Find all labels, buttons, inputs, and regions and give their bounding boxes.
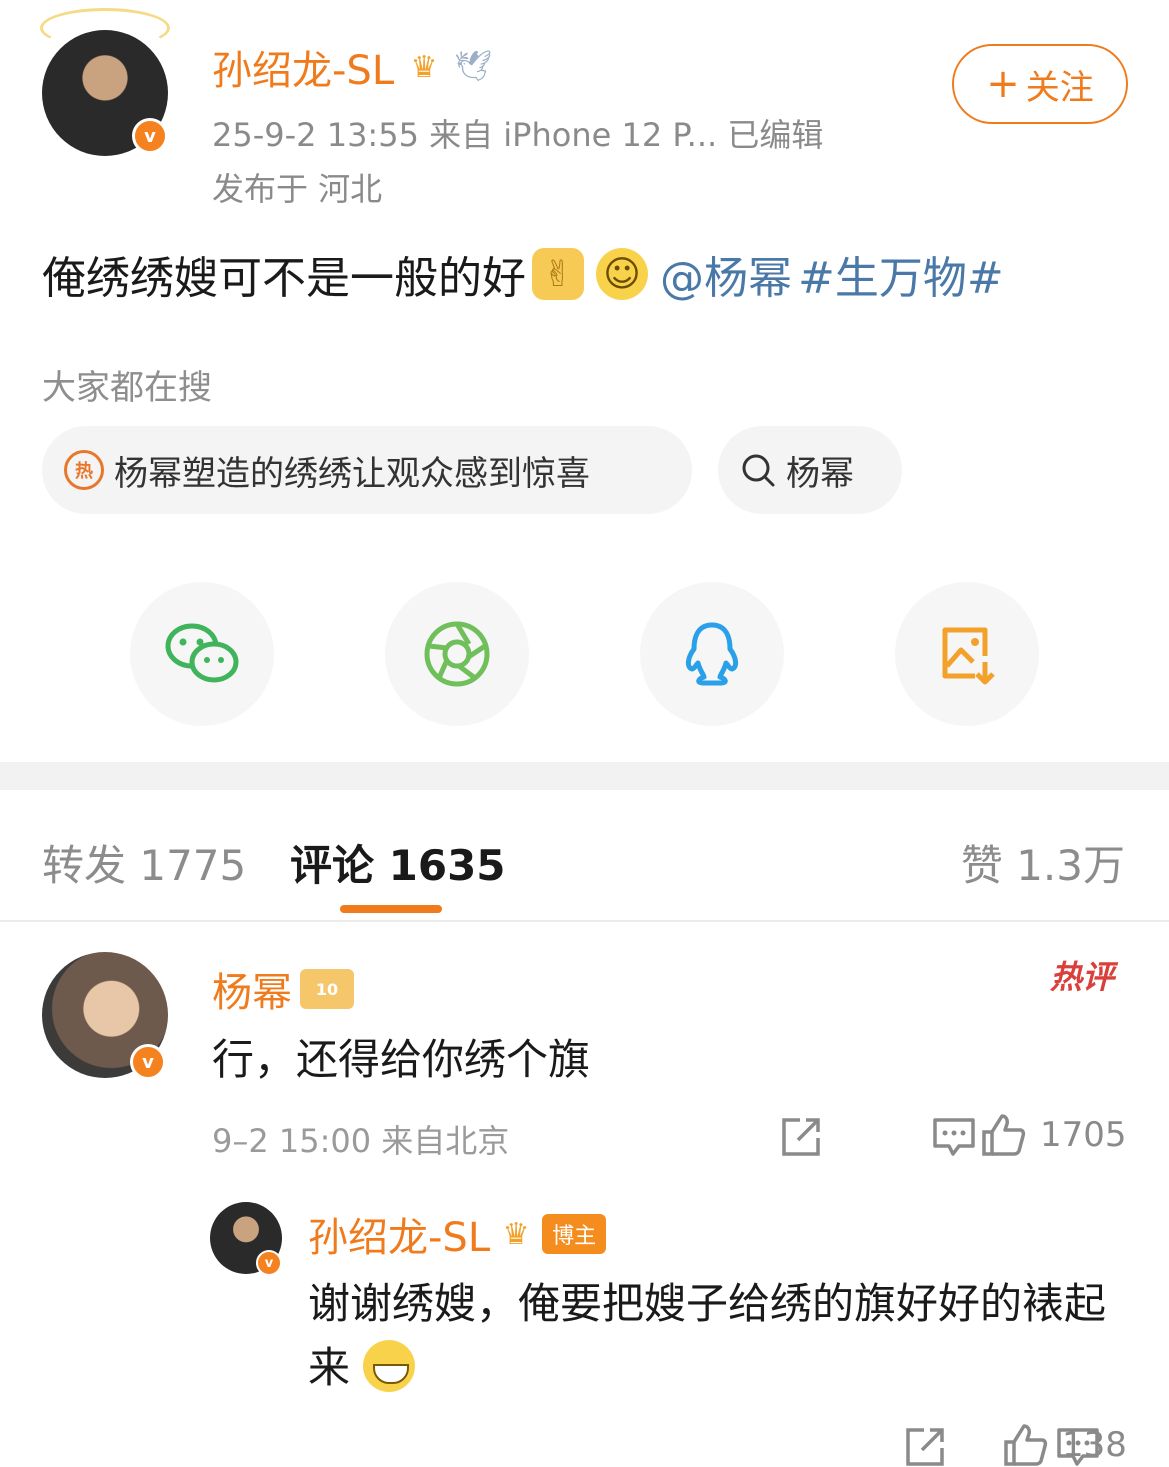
like-count: 1705: [1040, 1115, 1127, 1155]
thumbs-up-icon: [1004, 1424, 1048, 1466]
comment-meta: 9–2 15:00 来自北京: [212, 1122, 510, 1160]
crown-icon: ♛: [410, 49, 438, 85]
comment-text: 行，还得给你绣个旗: [212, 1035, 591, 1084]
mention-link[interactable]: @杨幂: [660, 242, 792, 306]
share-icon[interactable]: [778, 1114, 824, 1160]
crown-icon: ♛: [502, 1216, 530, 1252]
grinning-emoji-icon: [363, 1340, 416, 1392]
trending-search-chip[interactable]: 杨幂: [718, 426, 902, 514]
post-text: 俺绣绣嫂可不是一般的好: [42, 253, 526, 304]
search-icon: [742, 454, 775, 487]
moments-aperture-icon: [424, 621, 490, 687]
crown-level-icon: 10: [300, 969, 354, 1009]
share-moments-button[interactable]: [385, 582, 529, 726]
hot-comment-badge: 热评: [1050, 958, 1115, 996]
like-button[interactable]: 1705: [980, 1112, 1127, 1158]
reply-author-row: 孙绍龙-SL ♛ 博主: [308, 1205, 607, 1263]
follow-label: 关注: [1025, 67, 1094, 108]
dove-icon: 🕊: [454, 49, 493, 84]
post-author-name[interactable]: 孙绍龙-SL: [212, 38, 394, 96]
reply-author-name[interactable]: 孙绍龙-SL: [308, 1205, 490, 1263]
topic-link[interactable]: #生万物#: [798, 242, 1004, 306]
share-icon[interactable]: [902, 1424, 948, 1467]
comment-icon[interactable]: [931, 1114, 977, 1160]
verified-badge-icon: v: [130, 1044, 166, 1080]
post-body: 俺绣绣嫂可不是一般的好 ✌ ☺ @杨幂 #生万物#: [42, 242, 1004, 306]
post-meta: 25-9-2 13:55 来自 iPhone 12 P... 已编辑: [212, 116, 824, 154]
follow-button[interactable]: + 关注: [952, 44, 1128, 124]
active-tab-indicator: [340, 905, 442, 913]
nerd-face-emoji-icon: ☺: [596, 248, 648, 300]
trending-search-chip[interactable]: 热 杨幂塑造的绣绣让观众感到惊喜: [42, 426, 692, 514]
hot-search-icon: 热: [64, 450, 104, 490]
post-author-row: 孙绍龙-SL ♛ 🕊: [212, 38, 494, 96]
like-count: 138: [1062, 1425, 1127, 1465]
tab-like[interactable]: 赞 1.3万: [961, 832, 1125, 893]
trending-search-label: 杨幂塑造的绣绣让观众感到惊喜: [114, 453, 590, 494]
share-qq-button[interactable]: [640, 582, 784, 726]
reply-text-content: 谢谢绣嫂，俺要把嫂子给绣的旗好好的裱起来: [308, 1279, 1107, 1392]
comment-author-row: 杨幂 10: [212, 960, 354, 1018]
peace-sign-emoji-icon: ✌: [532, 248, 584, 300]
reply-text: 谢谢绣嫂，俺要把嫂子给绣的旗好好的裱起来: [308, 1272, 1128, 1400]
save-image-icon: [942, 627, 995, 685]
post-location: 发布于 河北: [212, 170, 383, 208]
plus-icon: +: [986, 61, 1020, 107]
tab-forward[interactable]: 转发 1775: [42, 832, 246, 893]
qq-penguin-icon: [685, 622, 739, 686]
save-image-button[interactable]: [895, 582, 1039, 726]
comment-author-name[interactable]: 杨幂: [212, 960, 292, 1018]
verified-badge-icon: v: [256, 1250, 282, 1276]
trending-search-label: 杨幂: [786, 453, 854, 494]
verified-badge-icon: v: [132, 118, 168, 154]
thumbs-up-icon: [982, 1114, 1026, 1156]
section-divider: [0, 762, 1169, 790]
tab-divider: [0, 920, 1169, 922]
wechat-icon: [165, 623, 239, 683]
like-button[interactable]: 138: [1002, 1422, 1127, 1467]
tab-comment[interactable]: 评论 1635: [290, 832, 506, 893]
share-wechat-button[interactable]: [130, 582, 274, 726]
trending-search-heading: 大家都在搜: [42, 368, 212, 408]
blogger-badge: 博主: [542, 1214, 607, 1254]
